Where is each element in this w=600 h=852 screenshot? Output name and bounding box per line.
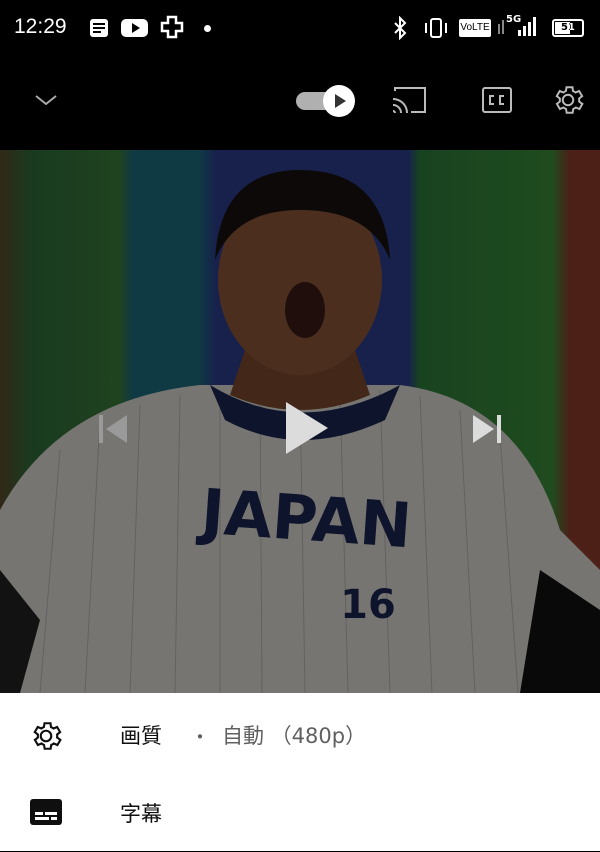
bluetooth-icon (394, 16, 407, 40)
previous-icon[interactable] (96, 412, 130, 446)
battery-level: 51 (561, 22, 575, 33)
status-time: 12:29 (14, 15, 67, 38)
settings-icon (33, 722, 62, 750)
captions-label: 字幕 (120, 802, 162, 826)
quality-option[interactable]: 画質 ・ 自動 （480p） (0, 696, 600, 774)
battery-icon: 51 (552, 19, 584, 37)
captions-icon[interactable] (481, 86, 513, 114)
autoplay-toggle[interactable] (296, 84, 358, 118)
cast-icon[interactable] (391, 85, 427, 115)
next-icon[interactable] (470, 412, 504, 446)
quality-label: 画質 (120, 724, 162, 748)
captions-option[interactable]: 字幕 (0, 774, 600, 852)
vibrate-icon (425, 18, 447, 38)
volte-badge: VoLTE (459, 19, 491, 37)
signal-icon (498, 17, 536, 36)
video-player[interactable]: JAPAN 16 (0, 150, 600, 693)
volte-text: VoLTE (460, 22, 490, 33)
status-bar: 12:29 VoLTE 5G 51 (0, 0, 600, 58)
youtube-icon (121, 19, 148, 37)
settings-sheet: 画質 ・ 自動 （480p） 字幕 (0, 693, 600, 851)
quality-separator: ・ (190, 725, 210, 749)
notes-icon (90, 19, 108, 37)
chevron-down-icon[interactable] (34, 88, 58, 112)
captions-icon (30, 799, 62, 825)
player-top-bar (0, 58, 600, 150)
quality-value: 自動 （480p） (222, 724, 367, 748)
settings-icon[interactable] (550, 82, 586, 118)
medical-cross-icon (160, 15, 184, 39)
play-icon[interactable] (280, 398, 330, 458)
notification-dot (204, 25, 211, 32)
autoplay-toggle-icon (323, 85, 355, 117)
